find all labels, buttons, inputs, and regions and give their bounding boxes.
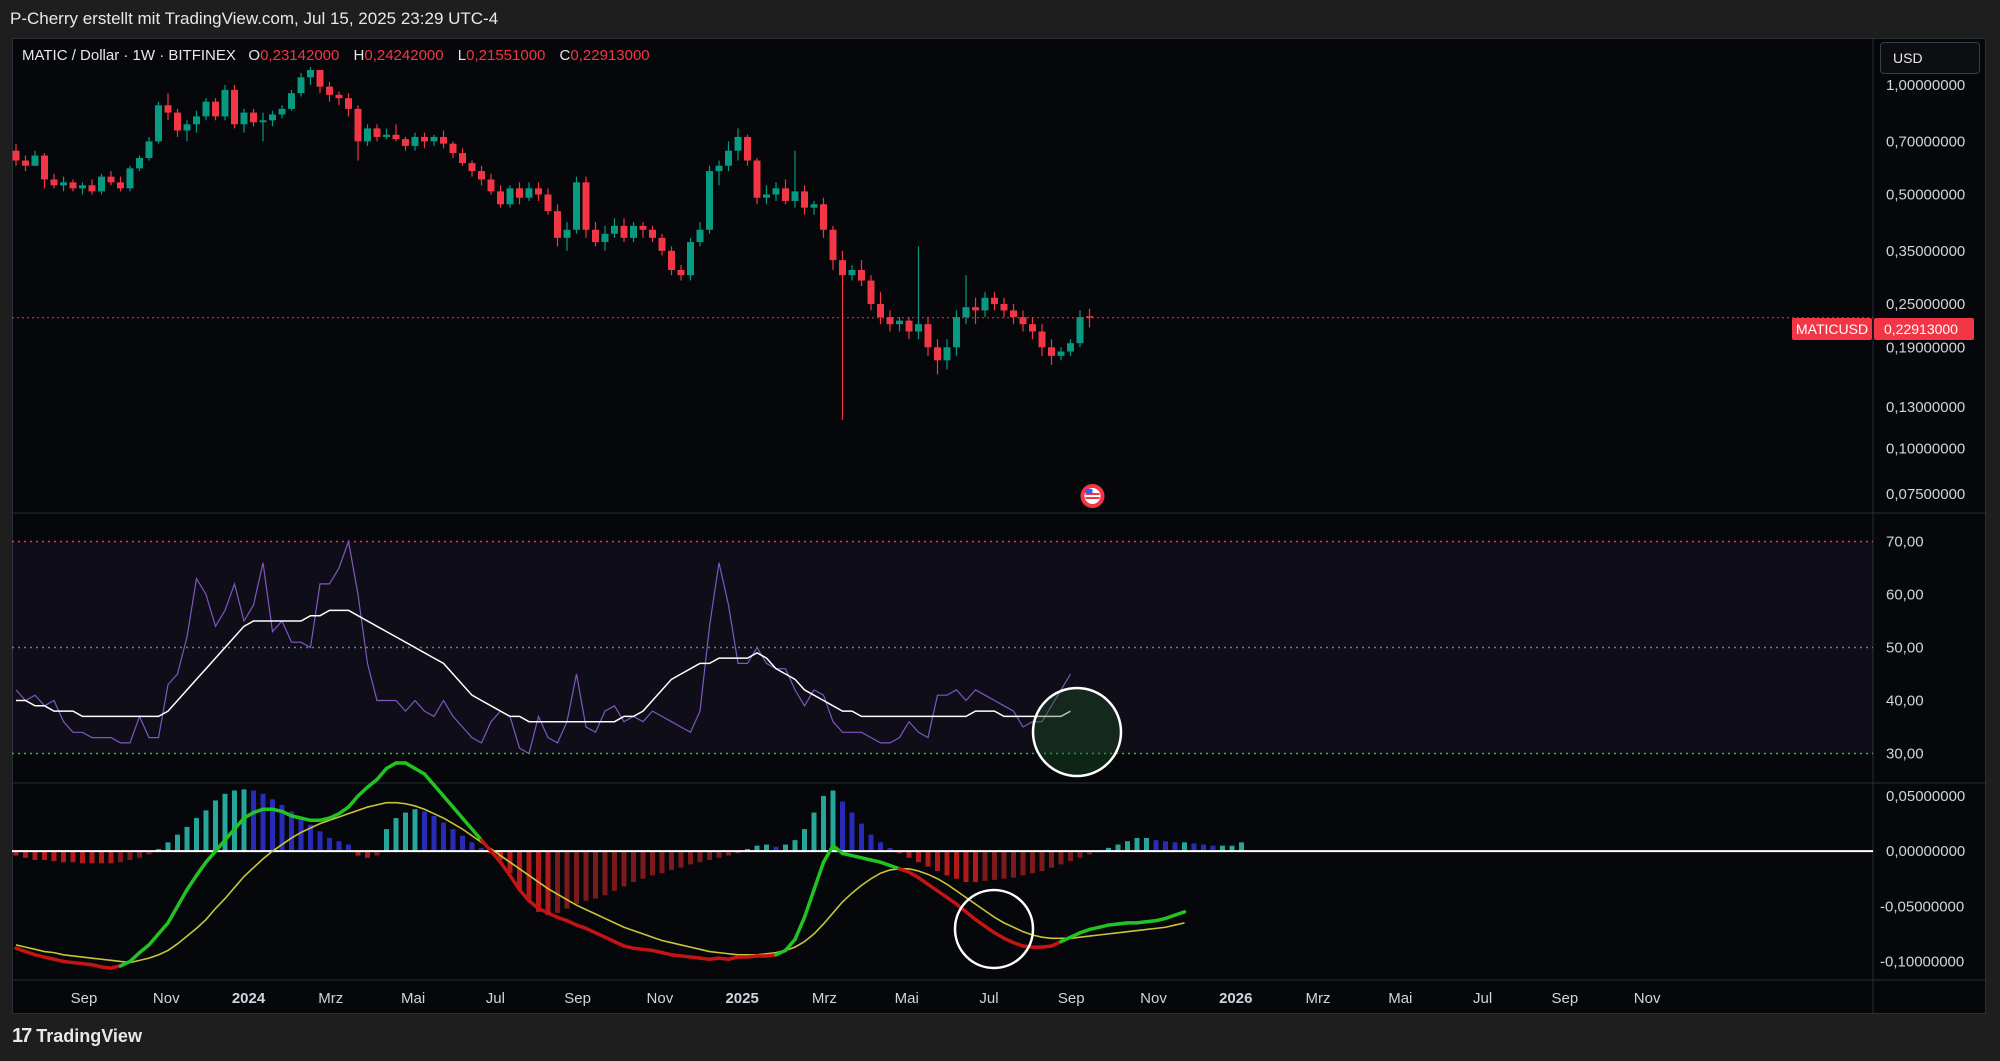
footer-bar — [0, 1014, 2000, 1061]
tv-logo-text: TradingView — [36, 1026, 142, 1046]
chart-frame[interactable] — [12, 38, 1986, 1014]
symbol-legend: MATIC / Dollar · 1W · BITFINEX O0,231420… — [22, 47, 660, 64]
attribution-text: P-Cherry erstellt mit TradingView.com, J… — [10, 9, 499, 28]
close-value: 0,22913000 — [570, 47, 650, 64]
open-value: 0,23142000 — [260, 47, 340, 64]
currency-selector[interactable]: USD — [1880, 42, 1980, 74]
attribution-bar: P-Cherry erstellt mit TradingView.com, J… — [0, 0, 2000, 38]
symbol-title: MATIC / Dollar · 1W · BITFINEX — [22, 47, 236, 64]
tv-logo-icon: 17 — [12, 1025, 32, 1047]
tradingview-logo[interactable]: 17 TradingView — [12, 1025, 142, 1048]
open-label: O — [248, 47, 261, 64]
high-label: H — [353, 47, 365, 64]
low-label: L — [457, 47, 467, 64]
high-value: 0,24242000 — [364, 47, 444, 64]
close-label: C — [559, 47, 571, 64]
low-value: 0,21551000 — [466, 47, 546, 64]
